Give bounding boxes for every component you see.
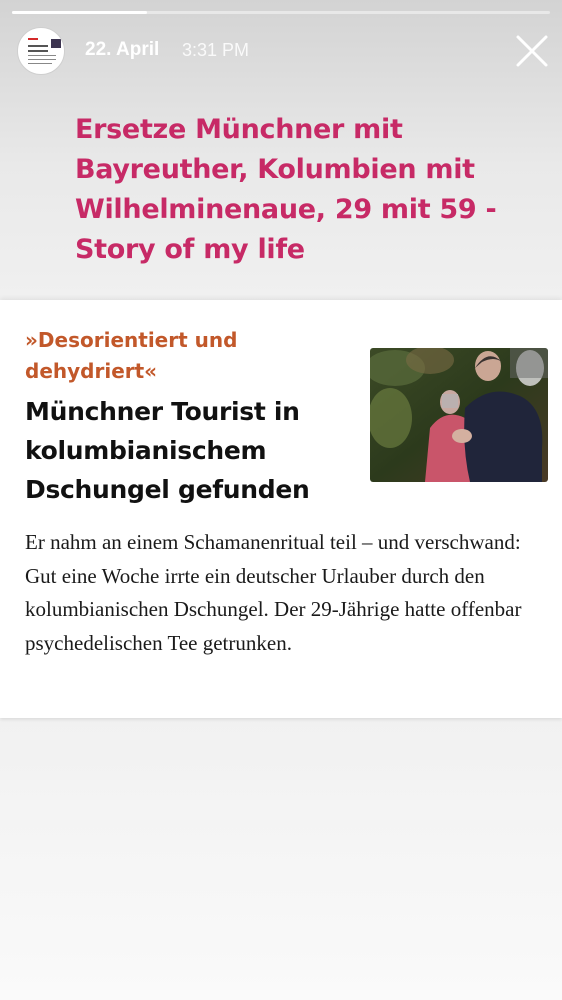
story-background-bottom	[0, 718, 562, 1000]
story-caption: Ersetze Münchner mit Bayreuther, Kolumbi…	[75, 114, 497, 265]
article-teaser: Er nahm an einem Schamanenritual teil – …	[25, 530, 522, 655]
story-progress-bar	[12, 11, 550, 14]
avatar-thumb-photo	[51, 39, 61, 48]
avatar-thumb-line	[28, 59, 56, 60]
article-headline: Münchner Tourist in kolumbianischem Dsch…	[25, 397, 310, 504]
avatar-thumb-mark	[28, 38, 38, 40]
article-photo	[370, 348, 548, 482]
close-icon[interactable]	[514, 33, 550, 69]
avatar-thumb-line	[28, 50, 48, 52]
avatar-thumb-line	[28, 55, 56, 56]
story-time: 3:31 PM	[182, 40, 250, 60]
story-progress-fill	[12, 11, 147, 14]
story-date: 22. April	[85, 39, 160, 60]
avatar-thumb-line	[28, 45, 48, 47]
avatar[interactable]	[17, 27, 65, 75]
avatar-thumb-line	[28, 63, 52, 64]
article-kicker: »Desorientiert und dehydriert«	[25, 328, 238, 383]
